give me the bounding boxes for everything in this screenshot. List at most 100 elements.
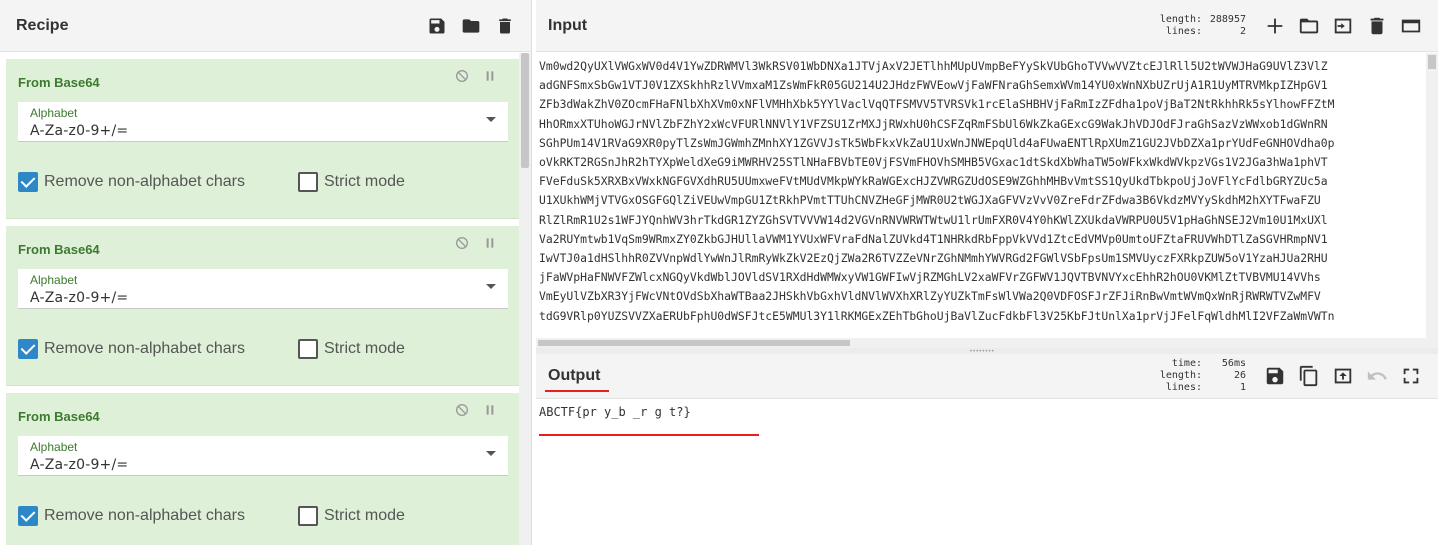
copy-output-icon[interactable] (1298, 365, 1320, 387)
operation-title: From Base64 (18, 75, 100, 90)
input-text-line: Vm0wd2QyUXlVWGxWV0d4V1YwZDRWMVl3WkRSV01W… (539, 59, 1328, 73)
input-text-line: FVeFduSk5XRXBxVWxkNGFGVXdhRU5UUmxweFVtMU… (539, 174, 1328, 189)
pause-breakpoint-icon[interactable] (482, 235, 498, 251)
recipe-title: Recipe (16, 16, 69, 34)
operation-from-base64[interactable]: From Base64 Alphabet A-Za-z0-9+/= Remove… (6, 226, 520, 386)
output-lines-label: lines: (1165, 382, 1202, 393)
disable-operation-icon[interactable] (454, 68, 470, 84)
remove-non-alphabet-label: Remove non-alphabet chars (44, 173, 246, 190)
clear-input-trash-icon[interactable] (1366, 15, 1388, 37)
input-text-line: RlZlRmR1U2s1WFJYQnhWV3hrTkdGR1ZYZGhSVTVV… (539, 212, 1328, 227)
input-text-line: HhORmxXTUhoWGJrNVlZbFZhY2xWcVFURlNNVlY1V… (539, 116, 1328, 131)
input-length-label: length: (1159, 13, 1202, 25)
strict-mode-option[interactable]: Strict mode (298, 172, 405, 192)
input-text-line: SGhPUm14V1RVaG9XR0pyTlZsWmJGWmhZMnhXY1ZG… (539, 135, 1335, 150)
input-text-line: adGNFSmxSbGw1VTJ0V1ZXSkhhRzlVVmxaM1ZsWmF… (539, 78, 1328, 93)
remove-non-alphabet-checkbox[interactable] (18, 172, 38, 192)
input-text-line: VmEyUlVZbXR3YjFWcVNtOVdSbXhaWTBaa2JHSkhV… (539, 289, 1321, 304)
open-folder-icon[interactable] (1298, 15, 1320, 37)
add-input-plus-icon[interactable] (1264, 15, 1286, 37)
output-title: Output (548, 367, 601, 384)
input-text-line: Va2RUYmtwb1VqSm9WRmxZY0ZkbGJHUllaVWM1YVU… (539, 231, 1328, 246)
input-horizontal-scrollbar[interactable] (536, 338, 1438, 348)
strict-mode-label: Strict mode (324, 507, 405, 524)
recipe-scrollbar-thumb[interactable] (521, 53, 529, 168)
remove-non-alphabet-option[interactable]: Remove non-alphabet chars (18, 172, 245, 192)
input-text-line: oVkRKT2RGSnJhR2hTYXpWeldXeG9iMWRHV25STlN… (539, 155, 1328, 170)
input-title: Input (548, 16, 588, 34)
output-pane: Output time: 56ms length: 26 lines: 1 ABCTF… (536, 354, 1438, 545)
alphabet-label: Alphabet (30, 440, 78, 454)
disable-operation-icon[interactable] (454, 402, 470, 418)
operation-from-base64[interactable]: From Base64 Alphabet A-Za-z0-9+/= Remove… (6, 59, 520, 219)
output-lines-value: 1 (1239, 382, 1246, 393)
alphabet-label: Alphabet (30, 273, 78, 287)
pause-breakpoint-icon[interactable] (482, 68, 498, 84)
remove-non-alphabet-label: Remove non-alphabet chars (44, 507, 246, 524)
remove-non-alphabet-option[interactable]: Remove non-alphabet chars (18, 339, 245, 359)
pause-breakpoint-icon[interactable] (482, 402, 498, 418)
chevron-down-icon[interactable] (486, 451, 496, 456)
open-file-icon[interactable] (1332, 15, 1354, 37)
strict-mode-checkbox[interactable] (298, 506, 318, 526)
strict-mode-checkbox[interactable] (298, 339, 318, 359)
strict-mode-option[interactable]: Strict mode (298, 506, 405, 526)
strict-mode-label: Strict mode (324, 340, 405, 357)
alphabet-select[interactable]: Alphabet A-Za-z0-9+/= (18, 436, 508, 476)
input-text-line: U1XUkhWMjVTVGxOSGFGQlZiVEUwVmpGU1ZtRkhPV… (539, 193, 1321, 208)
input-stats: length: 288957 lines: 2 (1146, 14, 1246, 38)
output-text[interactable]: ABCTF{pr y_b _r g t?} (539, 405, 691, 419)
input-lines-value: 2 (1239, 25, 1246, 37)
recipe-scrollbar[interactable] (519, 53, 531, 545)
input-length-value: 288957 (1209, 13, 1246, 25)
recipe-operation-list: From Base64 Alphabet A-Za-z0-9+/= Remove… (0, 53, 520, 545)
input-textarea[interactable]: Vm0wd2QyUXlVWGxWV0d4V1YwZDRWMVl3WkRSV01W… (536, 53, 1426, 338)
remove-non-alphabet-option[interactable]: Remove non-alphabet chars (18, 506, 245, 526)
disable-operation-icon[interactable] (454, 235, 470, 251)
alphabet-select[interactable]: Alphabet A-Za-z0-9+/= (18, 269, 508, 309)
input-text-line: tdG9VRlp0YUZSVVZXaERUbFphU0dWSFJtcE5WMUl… (539, 308, 1335, 323)
output-length-label: length: (1159, 370, 1202, 381)
output-time-label: time: (1171, 358, 1202, 369)
chevron-down-icon[interactable] (486, 117, 496, 122)
input-text-line: IwVTJ0a1dHSlhhR0ZVVnpWdlYwWnJlRmRyWkZkV2… (539, 251, 1328, 266)
load-recipe-folder-icon[interactable] (461, 16, 481, 36)
replace-input-with-output-icon[interactable] (1332, 365, 1354, 387)
alphabet-value: A-Za-z0-9+/= (30, 457, 129, 473)
undo-icon[interactable] (1366, 365, 1388, 387)
remove-non-alphabet-checkbox[interactable] (18, 506, 38, 526)
input-text-line: jFaWVpHaFNWVFZWlcxNGQyVkdWblJOVldSV1RXdH… (539, 270, 1321, 285)
alphabet-select[interactable]: Alphabet A-Za-z0-9+/= (18, 102, 508, 142)
operation-title: From Base64 (18, 242, 100, 257)
recipe-pane: Recipe From Base64 Alphabet A-Za-z0-9+/=… (0, 0, 532, 545)
red-annotation-underline (545, 390, 609, 392)
alphabet-label: Alphabet (30, 106, 78, 120)
recipe-header: Recipe (0, 0, 531, 52)
strict-mode-option[interactable]: Strict mode (298, 339, 405, 359)
remove-non-alphabet-label: Remove non-alphabet chars (44, 340, 246, 357)
chevron-down-icon[interactable] (486, 284, 496, 289)
input-lines-label: lines: (1165, 25, 1202, 37)
red-annotation-underline-output (539, 434, 759, 436)
output-time-value: 56ms (1221, 358, 1246, 369)
output-header: Output time: 56ms length: 26 lines: 1 (536, 354, 1438, 399)
reset-layout-icon[interactable] (1400, 15, 1422, 37)
output-stats: time: 56ms length: 26 lines: 1 (1146, 358, 1246, 394)
strict-mode-label: Strict mode (324, 173, 405, 190)
input-text-line: ZFb3dWakZhV0ZOcmFHaFNlbXhXVm0xNFlVMHhXbk… (539, 97, 1335, 112)
output-length-value: 26 (1233, 370, 1246, 381)
alphabet-value: A-Za-z0-9+/= (30, 290, 129, 306)
input-header: Input length: 288957 lines: 2 (536, 0, 1438, 52)
operation-from-base64[interactable]: From Base64 Alphabet A-Za-z0-9+/= Remove… (6, 393, 520, 545)
input-vertical-scrollbar[interactable] (1426, 53, 1438, 339)
input-pane: Input length: 288957 lines: 2 Vm0wd2QyUXlV… (536, 0, 1438, 348)
alphabet-value: A-Za-z0-9+/= (30, 123, 129, 139)
remove-non-alphabet-checkbox[interactable] (18, 339, 38, 359)
strict-mode-checkbox[interactable] (298, 172, 318, 192)
maximize-output-icon[interactable] (1400, 365, 1422, 387)
save-recipe-icon[interactable] (427, 16, 447, 36)
input-horizontal-scrollbar-thumb[interactable] (538, 340, 850, 346)
save-output-icon[interactable] (1264, 365, 1286, 387)
input-vertical-scrollbar-thumb[interactable] (1428, 55, 1436, 69)
clear-recipe-trash-icon[interactable] (495, 16, 515, 36)
